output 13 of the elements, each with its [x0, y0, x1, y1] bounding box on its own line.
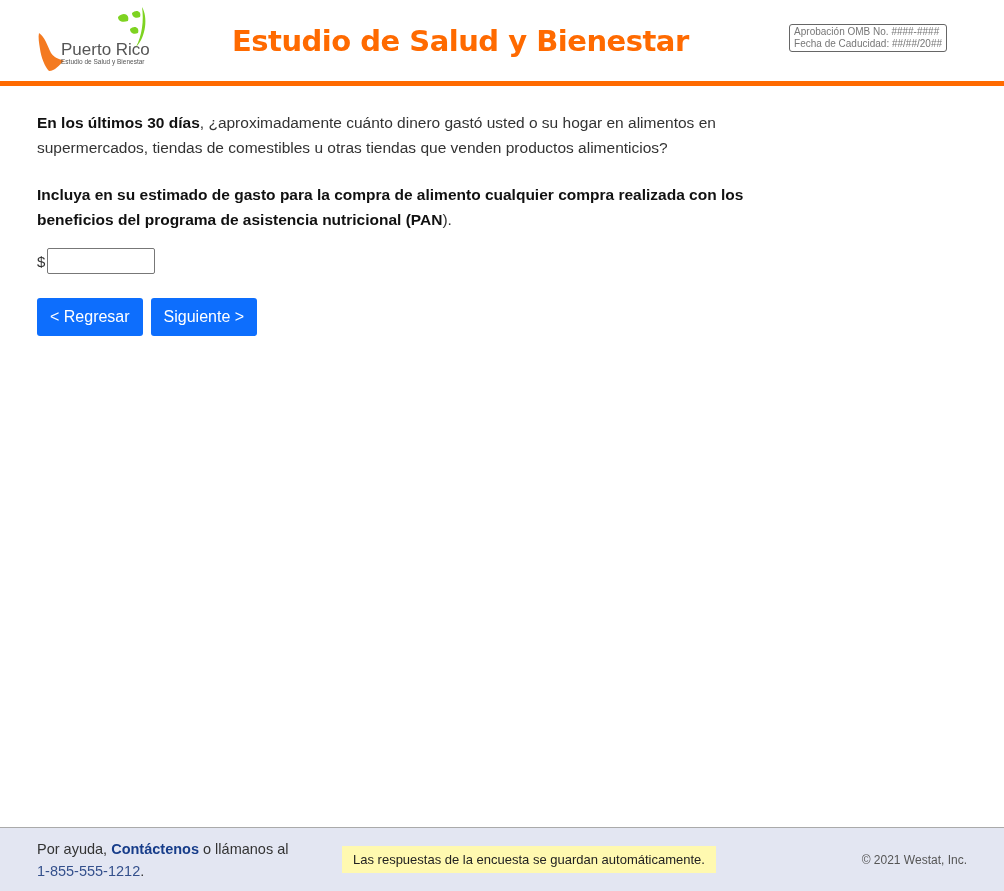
question-text: En los últimos 30 días, ¿aproximadamente cuánto dinero gastó usted o su hogar en alimentos en supermercados, tiendas de comestibles u otras tiendas que venden productos alimenticios? [37, 113, 717, 158]
next-button[interactable]: Siguiente > [150, 298, 258, 336]
omb-notice: Aprobación OMB No. ####-#### Fecha de Caducidad: ##/##/20## [789, 24, 947, 52]
instruction-text: Incluya en su estimado de gasto para la compra de alimento cualquier compra realizada con los beneficios del programa de asistencia nutricional (PAN). [37, 185, 745, 230]
logo-title: Puerto Rico [61, 40, 150, 58]
help-text: Por ayuda, Contáctenos o llámanos al 1-855-555-1212. [37, 839, 290, 881]
contact-link[interactable]: Contáctenos [111, 840, 199, 857]
autosave-notice: Las respuestas de la encuesta se guardan automáticamente. [342, 846, 716, 873]
currency-symbol: $ [37, 252, 46, 270]
copyright-text: © 2021 Westat, Inc. [861, 852, 967, 867]
amount-field[interactable] [47, 248, 156, 274]
site-title: Estudio de Salud y Bienestar [232, 23, 691, 58]
back-button[interactable]: < Regresar [37, 298, 143, 336]
